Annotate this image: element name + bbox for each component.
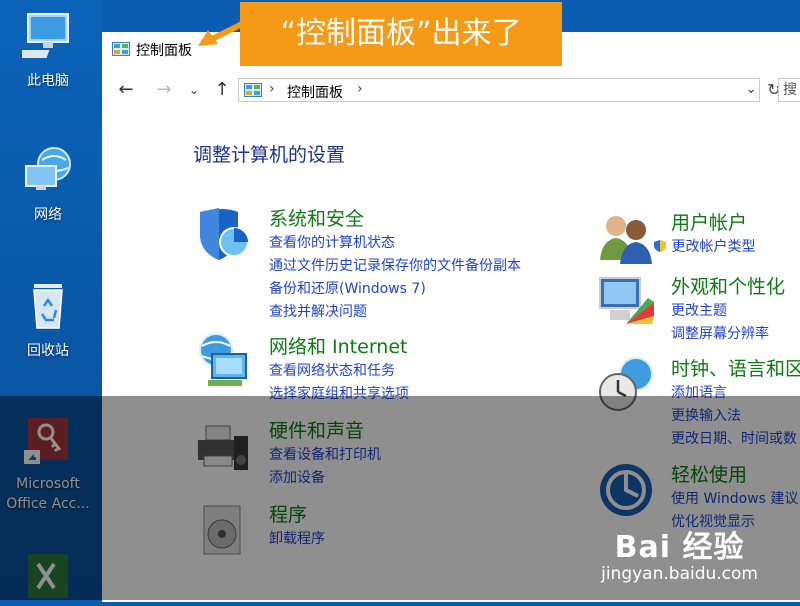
category-title[interactable]: 时钟、语言和区: [671, 354, 800, 381]
users-icon[interactable]: [596, 208, 656, 268]
up-arrow-icon[interactable]: ↑: [210, 78, 234, 102]
control-panel-icon: [244, 83, 262, 97]
display-palette-icon[interactable]: [596, 272, 656, 332]
link-screen-resolution[interactable]: 调整屏幕分辨率: [671, 323, 769, 346]
desktop-icon-label: 回收站: [27, 343, 69, 359]
window-title: 控制面板: [136, 43, 192, 59]
link-backup-restore[interactable]: 备份和还原(Windows 7): [269, 278, 521, 301]
address-bar[interactable]: › 控制面板 › ⌄: [238, 78, 760, 102]
breadcrumb-chevron-icon[interactable]: ›: [269, 81, 275, 97]
baidu-jingyan-watermark: Bai 经验 jingyan.baidu.com: [601, 522, 758, 584]
category-title[interactable]: 网络和 Internet: [269, 332, 407, 359]
address-dropdown-chevron-icon[interactable]: ⌄: [745, 81, 757, 97]
link-change-theme[interactable]: 更改主题: [671, 300, 769, 323]
recent-locations-chevron-icon[interactable]: ⌄: [182, 78, 206, 102]
page-heading: 调整计算机的设置: [193, 144, 346, 166]
category-links: 更改主题 调整屏幕分辨率: [671, 300, 769, 346]
desktop-icon-label: 此电脑: [27, 73, 69, 89]
desktop-icon-this-pc[interactable]: 此电脑: [0, 10, 96, 90]
link-change-account-type[interactable]: 更改帐户类型: [654, 236, 756, 259]
breadcrumb-chevron-icon[interactable]: ›: [357, 81, 363, 97]
callout-banner: “控制面板”出来了: [240, 2, 562, 66]
shield-icon[interactable]: [194, 204, 254, 264]
computer-icon: [14, 13, 69, 58]
desktop-icon-network[interactable]: 网络: [0, 144, 96, 224]
uac-shield-icon: [654, 240, 666, 252]
category-title[interactable]: 外观和个性化: [671, 272, 785, 299]
link-troubleshoot[interactable]: 查找并解决问题: [269, 301, 521, 324]
watermark-url: jingyan.baidu.com: [601, 564, 758, 584]
navigation-bar: ← → ⌄ ↑ › 控制面板 › ⌄ ↻ 搜: [102, 76, 800, 106]
desktop-icon-label: 网络: [34, 207, 62, 223]
category-title[interactable]: 用户帐户: [671, 208, 747, 235]
desktop-icon-recycle-bin[interactable]: 回收站: [0, 280, 96, 360]
category-links: 更改帐户类型: [654, 236, 756, 259]
category-links: 查看你的计算机状态 通过文件历史记录保存你的文件备份副本 备份和还原(Windo…: [269, 232, 521, 324]
control-panel-icon: [112, 42, 130, 56]
category-title[interactable]: 系统和安全: [269, 204, 364, 231]
forward-arrow-icon[interactable]: →: [152, 78, 176, 102]
network-globe-icon[interactable]: [194, 332, 254, 392]
back-arrow-icon[interactable]: ←: [114, 78, 138, 102]
network-globe-icon: [25, 147, 71, 190]
link-view-computer-status[interactable]: 查看你的计算机状态: [269, 232, 521, 255]
callout-arrow-icon: [198, 21, 244, 46]
recycle-bin-icon: [33, 284, 63, 329]
link-text: 更改帐户类型: [671, 239, 756, 255]
watermark-brand: Bai 经验: [614, 530, 745, 565]
link-file-history[interactable]: 通过文件历史记录保存你的文件备份副本: [269, 255, 521, 278]
breadcrumb-control-panel[interactable]: 控制面板: [287, 82, 343, 102]
link-network-status[interactable]: 查看网络状态和任务: [269, 360, 409, 383]
search-input[interactable]: 搜: [778, 78, 800, 102]
